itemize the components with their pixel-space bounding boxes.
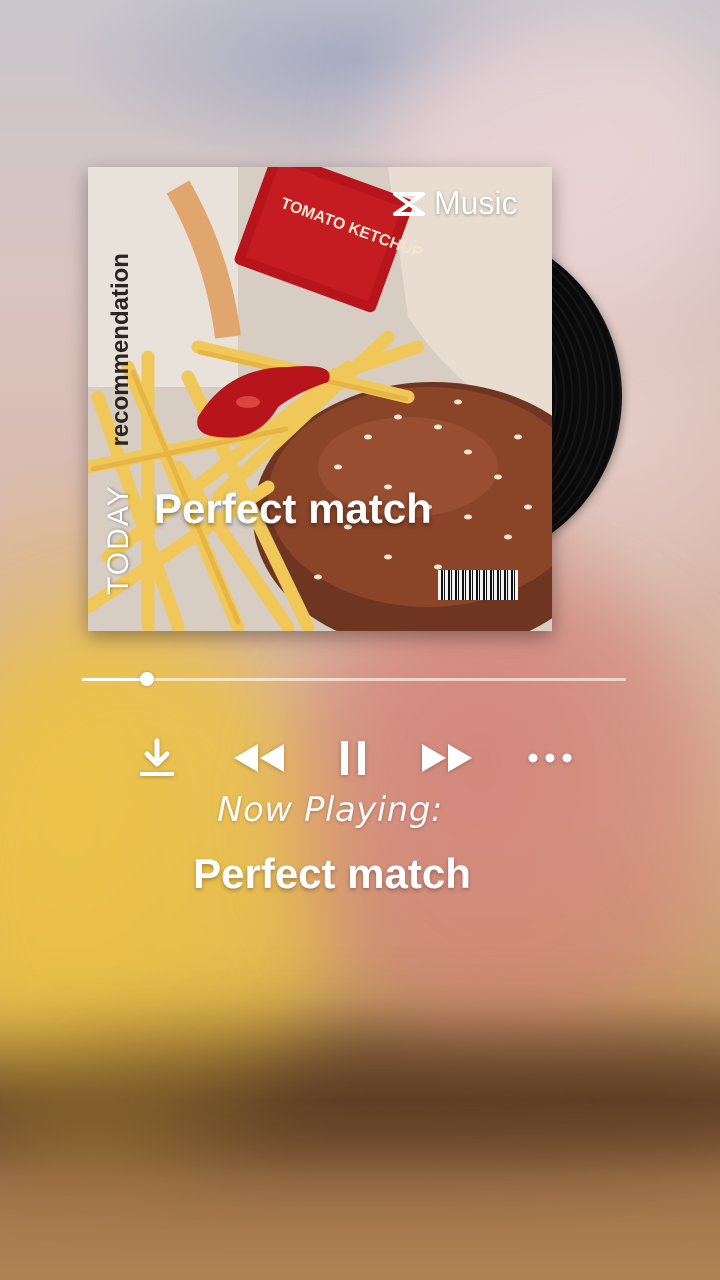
- more-horizontal-icon: [528, 753, 572, 763]
- rewind-icon: [234, 744, 284, 772]
- cover-today-label: TODAY: [102, 484, 135, 595]
- cover-vertical-text: TODAY recommendation: [102, 253, 136, 595]
- brand-logo: Music: [392, 185, 518, 222]
- brand-label: Music: [434, 185, 518, 221]
- cover-recommendation-label: recommendation: [107, 253, 134, 447]
- fast-forward-icon: [422, 744, 472, 772]
- more-button[interactable]: [524, 733, 576, 783]
- download-button[interactable]: [134, 733, 180, 783]
- download-icon: [140, 738, 174, 776]
- fast-forward-button[interactable]: [418, 733, 476, 783]
- album-cover[interactable]: TOMATO KETCHUP Music TODAY recommendatio…: [88, 167, 552, 631]
- background-blur: [0, 1040, 720, 1160]
- progress-bar[interactable]: [82, 672, 626, 686]
- barcode: [434, 567, 522, 603]
- album-artwork: TOMATO KETCHUP Music TODAY recommendatio…: [88, 167, 552, 631]
- rewind-button[interactable]: [230, 733, 288, 783]
- cover-title: Perfect match: [154, 485, 432, 532]
- track-title: Perfect match: [193, 850, 471, 897]
- music-logo-icon: [393, 191, 425, 216]
- pause-button[interactable]: [330, 733, 376, 783]
- pause-icon: [341, 741, 365, 775]
- now-playing-label: Now Playing:: [217, 790, 443, 830]
- food-photo: TOMATO KETCHUP: [88, 167, 552, 631]
- player-screen: TOMATO KETCHUP Music TODAY recommendatio…: [0, 0, 720, 1280]
- progress-fill: [82, 678, 148, 681]
